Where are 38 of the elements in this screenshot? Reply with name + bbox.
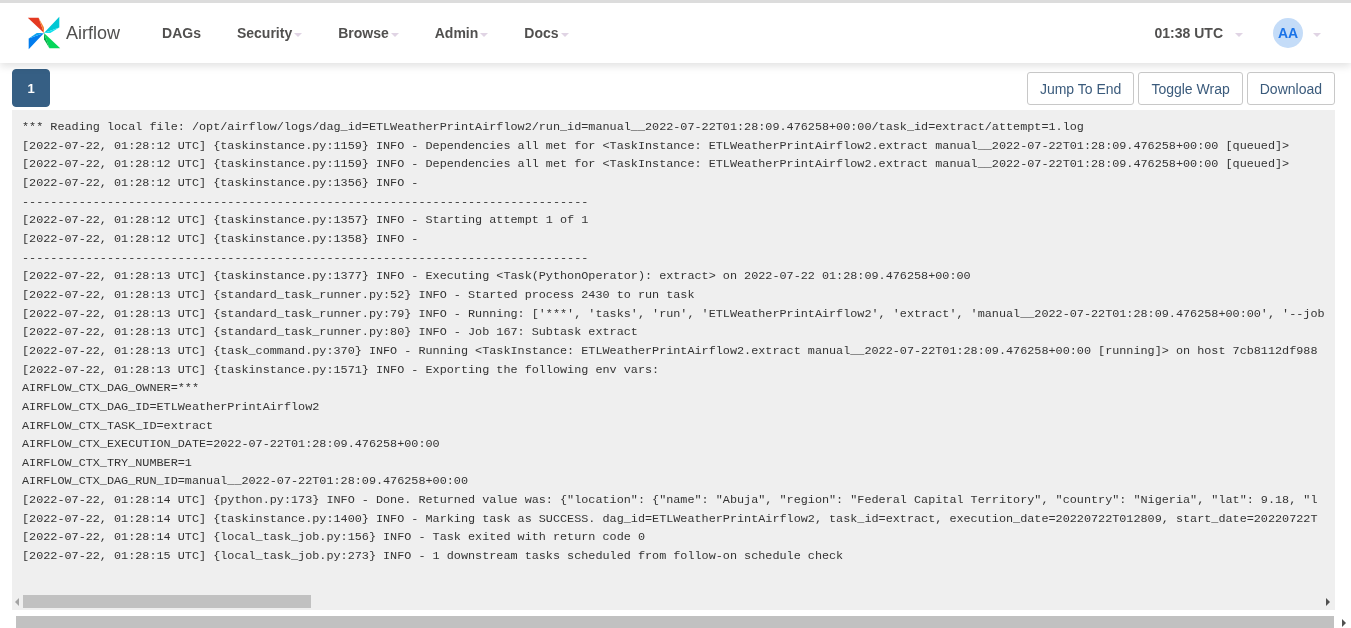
nav-menu-item[interactable]: Security (218, 25, 321, 41)
nav-menu-item[interactable]: Browse (320, 25, 417, 41)
log-line: [2022-07-22, 01:28:13 UTC] {task_command.py:370} INFO - Running <TaskInstance: ETLWeatherPrintAirflow2.extract manual__2022-07-22T01:28:09.476258+00:00 [running]> on host 7cb8112df988 (22, 342, 1318, 360)
log-line: [2022-07-22, 01:28:14 UTC] {local_task_job.py:156} INFO - Task exited with return code 0 (22, 529, 645, 547)
log-line: [2022-07-22, 01:28:12 UTC] {taskinstance.py:1358} INFO - (22, 230, 419, 248)
log-line: AIRFLOW_CTX_TRY_NUMBER=1 (22, 454, 192, 472)
nav-menu-item[interactable]: Admin (416, 25, 507, 41)
attempt-tab[interactable]: 1 (12, 69, 50, 107)
clock-menu[interactable]: 01:38 UTC (1136, 25, 1261, 41)
log-action-button[interactable]: Toggle Wrap (1138, 72, 1243, 105)
log-line: [2022-07-22, 01:28:13 UTC] {standard_task_runner.py:80} INFO - Job 167: Subtask extract (22, 324, 638, 342)
log-line: [2022-07-22, 01:28:13 UTC] {standard_task_runner.py:52} INFO - Started process 2430 to run task (22, 286, 695, 304)
log-line: AIRFLOW_CTX_DAG_RUN_ID=manual__2022-07-22T01:28:09.476258+00:00 (22, 473, 468, 491)
log-action-button[interactable]: Download (1246, 72, 1335, 105)
pinwheel-icon (26, 15, 62, 51)
log-line: [2022-07-22, 01:28:12 UTC] {taskinstance.py:1357} INFO - Starting attempt 1 of 1 (22, 212, 589, 230)
log-line: [2022-07-22, 01:28:14 UTC] {taskinstance.py:1400} INFO - Marking task as SUCCESS. dag_id=ETLWeatherPrintAirflow2, task_id=extract, execution_date=20220722T012809, start_date=20220722T (22, 510, 1318, 528)
log-line: [2022-07-22, 01:28:12 UTC] {taskinstance.py:1356} INFO - (22, 174, 419, 192)
log-line: [2022-07-22, 01:28:15 UTC] {local_task_job.py:273} INFO - 1 downstream tasks scheduled from follow-on schedule check (22, 548, 844, 566)
log-line: -------------------------------------------------------------------------------- (22, 249, 589, 267)
log-line: AIRFLOW_CTX_DAG_OWNER=*** (22, 380, 199, 398)
log-line: [2022-07-22, 01:28:12 UTC] {taskinstance.py:1159} INFO - Dependencies all met for <TaskInstance: ETLWeatherPrintAirflow2.extract manual__2022-07-22T01:28:09.476258+00:00 [queued]> (22, 137, 1290, 155)
log-line: [2022-07-22, 01:28:14 UTC] {python.py:173} INFO - Done. Returned value was: {"location": {"name": "Abuja", "region": "Federal Capital Territory", "country": "Nigeria", "lat": 9.18, "l (22, 492, 1318, 510)
brand-name: Airflow (66, 22, 120, 44)
log-line: [2022-07-22, 01:28:12 UTC] {taskinstance.py:1159} INFO - Dependencies all met for <TaskInstance: ETLWeatherPrintAirflow2.extract manual__2022-07-22T01:28:09.476258+00:00 [queued]> (22, 156, 1290, 174)
log-line: AIRFLOW_CTX_EXECUTION_DATE=2022-07-22T01:28:09.476258+00:00 (22, 436, 440, 454)
log-line: [2022-07-22, 01:28:13 UTC] {taskinstance.py:1571} INFO - Exporting the following env vars: (22, 361, 660, 379)
user-avatar: AA (1273, 18, 1303, 48)
log-line: -------------------------------------------------------------------------------- (22, 193, 589, 211)
log-line: [2022-07-22, 01:28:13 UTC] {standard_task_runner.py:79} INFO - Running: ['***', 'tasks', 'run', 'ETLWeatherPrintAirflow2', 'extract', 'manual__2022-07-22T01:28:09.476258+00:00', '--job (22, 305, 1325, 323)
log-line: *** Reading local file: /opt/airflow/logs/dag_id=ETLWeatherPrintAirflow2/run_id=manual__2022-07-22T01:28:09.476258+00:00/task_id=extract/attempt=1.log (22, 119, 1084, 136)
log-line: AIRFLOW_CTX_TASK_ID=extract (22, 417, 214, 435)
log-line: [2022-07-22, 01:28:13 UTC] {taskinstance.py:1377} INFO - Executing <Task(PythonOperator): extract> on 2022-07-22 01:28:09.476258+00:00 (22, 268, 971, 286)
log-line: AIRFLOW_CTX_DAG_ID=ETLWeatherPrintAirflow2 (22, 398, 320, 416)
nav-menu-item[interactable]: DAGs (144, 25, 219, 41)
airflow-logo[interactable]: Airflow (26, 15, 120, 51)
log-action-button[interactable]: Jump To End (1026, 72, 1135, 105)
nav-menu-item[interactable]: Docs (506, 25, 587, 41)
